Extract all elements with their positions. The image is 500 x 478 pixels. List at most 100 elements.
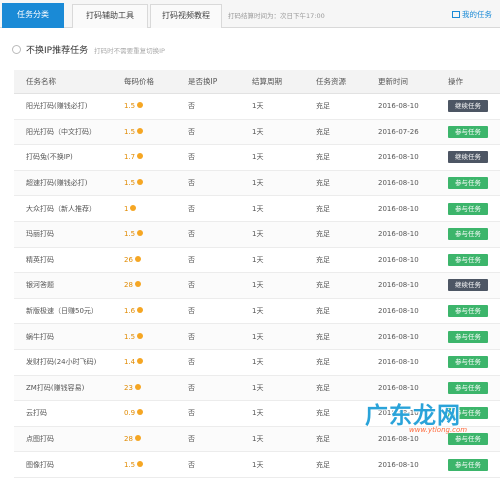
action-cell: 参与任务 (447, 119, 500, 146)
col-header-ip: 是否换IP (187, 70, 251, 94)
cycle-cell: 1天 (251, 195, 315, 222)
cycle-cell: 1天 (251, 426, 315, 453)
ip-cell: 否 (187, 349, 251, 376)
join-task-button[interactable]: 参与任务 (448, 125, 488, 138)
price-cell: 28 (123, 272, 187, 299)
cycle-cell: 1天 (251, 247, 315, 274)
resource-cell: 充足 (315, 119, 377, 146)
resource-cell: 充足 (315, 349, 377, 376)
updated-cell: 2016-08-10 (377, 247, 447, 274)
col-header-updated: 更新时间 (377, 70, 447, 94)
ip-cell: 否 (187, 272, 251, 299)
table-header-row: 任务名称 每码价格 是否换IP 结算周期 任务资源 更新时间 操作 (14, 70, 500, 94)
radio-icon[interactable] (12, 45, 21, 54)
ip-cell: 否 (187, 221, 251, 248)
table-row: 新版极速（日赚50元） 1.6 否 1天 充足 2016-08-10 参与任务 (14, 298, 500, 325)
cycle-cell: 1天 (251, 323, 315, 350)
cycle-cell: 1天 (251, 93, 315, 120)
task-name: 超速打码(赚钱必打) (14, 170, 123, 197)
coin-icon (137, 153, 144, 160)
price-cell: 1 (123, 195, 187, 222)
col-header-price: 每码价格 (123, 70, 187, 94)
updated-cell: 2016-08-10 (377, 323, 447, 350)
join-task-button[interactable]: 参与任务 (448, 458, 488, 471)
action-cell: 继续任务 (447, 272, 500, 299)
join-task-button[interactable]: 参与任务 (448, 381, 488, 394)
resource-cell: 充足 (315, 170, 377, 197)
join-task-button[interactable]: 参与任务 (448, 228, 488, 241)
price-cell: 1.5 (123, 93, 187, 120)
task-name: 精英打码 (14, 247, 123, 274)
continue-task-button[interactable]: 继续任务 (448, 151, 488, 164)
ip-cell: 否 (187, 247, 251, 274)
cycle-cell: 1天 (251, 451, 315, 478)
continue-task-button[interactable]: 继续任务 (448, 100, 488, 113)
col-header-action: 操作 (447, 70, 500, 94)
coin-icon (137, 409, 144, 416)
my-task-link[interactable]: 我的任务 (452, 9, 492, 20)
section-header: 不换IP推荐任务 打码时不需要重复切换IP (12, 41, 165, 61)
coin-icon (137, 179, 144, 186)
updated-cell: 2016-08-10 (377, 144, 447, 171)
updated-cell: 2016-08-10 (377, 298, 447, 325)
cycle-cell: 1天 (251, 144, 315, 171)
watermark-logo: 广东龙网 www.ytlong.com (363, 394, 500, 440)
ip-cell: 否 (187, 170, 251, 197)
resource-cell: 充足 (315, 93, 377, 120)
resource-cell: 充足 (315, 451, 377, 478)
price-cell: 1.6 (123, 298, 187, 325)
ip-cell: 否 (187, 451, 251, 478)
resource-cell: 充足 (315, 272, 377, 299)
price-value: 28 (124, 281, 133, 290)
updated-cell: 2016-07-26 (377, 119, 447, 146)
cycle-cell: 1天 (251, 119, 315, 146)
continue-task-button[interactable]: 继续任务 (448, 279, 488, 292)
ip-cell: 否 (187, 426, 251, 453)
task-name: 阳光打码（中文打码） (14, 119, 123, 146)
join-task-button[interactable]: 参与任务 (448, 177, 488, 190)
table-row: 阳光打码(赚钱必打) 1.5 否 1天 充足 2016-08-10 继续任务 (14, 93, 500, 120)
tab-task-category[interactable]: 任务分类 (2, 3, 64, 28)
coin-icon (137, 332, 144, 339)
action-cell: 参与任务 (447, 247, 500, 274)
section-subtitle: 打码时不需要重复切换IP (94, 47, 165, 55)
coin-icon (130, 204, 137, 211)
cycle-cell: 1天 (251, 221, 315, 248)
join-task-button[interactable]: 参与任务 (448, 253, 488, 266)
tab-tools[interactable]: 打码辅助工具 (72, 4, 148, 28)
coin-icon (137, 307, 144, 314)
price-value: 28 (124, 435, 133, 444)
cycle-cell: 1天 (251, 349, 315, 376)
task-list-icon (452, 11, 460, 18)
join-task-button[interactable]: 参与任务 (448, 356, 488, 369)
table-row: 超速打码(赚钱必打) 1.5 否 1天 充足 2016-08-10 参与任务 (14, 170, 500, 197)
price-value: 26 (124, 255, 133, 264)
price-value: 1.5 (124, 230, 136, 239)
price-value: 1.5 (124, 179, 136, 188)
table-row: 发财打码(24小时飞码) 1.4 否 1天 充足 2016-08-10 参与任务 (14, 349, 500, 376)
task-name: 蜗牛打码 (14, 323, 123, 350)
price-value: 0.9 (124, 409, 136, 418)
updated-cell: 2016-08-10 (377, 170, 447, 197)
action-cell: 参与任务 (447, 221, 500, 248)
join-task-button[interactable]: 参与任务 (448, 305, 488, 318)
updated-cell: 2016-08-10 (377, 451, 447, 478)
task-name: ZM打码(赚钱容易) (14, 375, 123, 402)
join-task-button[interactable]: 参与任务 (448, 330, 488, 343)
table-row: 阳光打码（中文打码） 1.5 否 1天 充足 2016-07-26 参与任务 (14, 119, 500, 146)
price-value: 1.5 (124, 127, 136, 136)
action-cell: 继续任务 (447, 144, 500, 171)
updated-cell: 2016-08-10 (377, 195, 447, 222)
action-cell: 参与任务 (447, 349, 500, 376)
tab-video-tutorials[interactable]: 打码视频教程 (150, 4, 222, 28)
table-row: 蜗牛打码 1.5 否 1天 充足 2016-08-10 参与任务 (14, 323, 500, 350)
watermark-text: 广东龙网 (365, 402, 461, 429)
task-name: 玛丽打码 (14, 221, 123, 248)
ip-cell: 否 (187, 400, 251, 427)
table-row: 图像打码 1.5 否 1天 充足 2016-08-10 参与任务 (14, 451, 500, 478)
price-value: 1.6 (124, 307, 136, 316)
price-value: 1.5 (124, 332, 136, 341)
join-task-button[interactable]: 参与任务 (448, 202, 488, 215)
watermark-url: www.ytlong.com (409, 426, 468, 434)
ip-cell: 否 (187, 298, 251, 325)
